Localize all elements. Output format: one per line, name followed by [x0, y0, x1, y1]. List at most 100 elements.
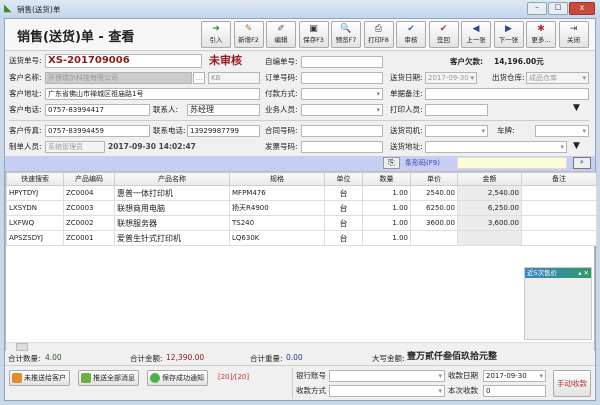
- plate-select[interactable]: [535, 125, 589, 137]
- this-receipt-field[interactable]: 0: [483, 385, 546, 397]
- minimize-button[interactable]: –: [527, 2, 547, 15]
- table-row[interactable]: LXSYDN ZC0003 联想商用电脑 扬天R4900 台 1.00 6250.00 6,2…: [6, 200, 597, 216]
- table-cell[interactable]: LXFWQ: [6, 215, 64, 231]
- table-cell[interactable]: 台: [324, 215, 363, 231]
- contact-field[interactable]: 苏经理: [187, 104, 260, 116]
- column-header[interactable]: 数量: [362, 172, 411, 186]
- pay-method-select[interactable]: [329, 385, 445, 397]
- customer-field[interactable]: 开博瑞尔科技有限公司: [45, 72, 192, 84]
- table-row[interactable]: LXFWQ ZC0002 联想服务器 TS240 台 1.00 3600.00 3,600.0…: [6, 215, 597, 231]
- table-cell[interactable]: 6,250.00: [457, 200, 522, 216]
- table-cell[interactable]: ZC0002: [63, 215, 115, 231]
- save-notify-button[interactable]: 保存成功通知: [147, 370, 208, 386]
- table-cell[interactable]: [457, 230, 522, 246]
- toolbar-button-10[interactable]: ✱ 更多...: [526, 21, 556, 48]
- column-header[interactable]: 产品名称: [114, 172, 230, 186]
- table-cell[interactable]: 1.00: [362, 185, 411, 201]
- customer-browse-button[interactable]: …: [193, 72, 205, 84]
- table-cell[interactable]: ZC0001: [63, 230, 115, 246]
- toolbar-button-5[interactable]: ⎙ 打印F8: [363, 21, 394, 48]
- order-ref-field[interactable]: [301, 72, 383, 84]
- order-no-field[interactable]: XS-201709006: [45, 54, 202, 68]
- payment-select[interactable]: [301, 88, 383, 100]
- receipt-date-picker[interactable]: 2017-09-30: [483, 370, 546, 382]
- table-cell[interactable]: TS240: [229, 215, 325, 231]
- table-cell[interactable]: 联想服务器: [114, 215, 230, 231]
- table-row[interactable]: HPYTDYJ ZC0004 惠普一体打印机 MFPM476 台 1.00 2540.00 2…: [6, 185, 597, 201]
- table-cell[interactable]: 2,540.00: [457, 185, 522, 201]
- table-cell[interactable]: 1.00: [362, 200, 411, 216]
- push-all-button[interactable]: 推送全部消息: [78, 370, 139, 386]
- table-cell[interactable]: ZC0004: [63, 185, 115, 201]
- barcode-input[interactable]: [457, 157, 567, 169]
- expand-down-icon-2[interactable]: ▼: [573, 141, 580, 151]
- table-cell[interactable]: [521, 185, 597, 201]
- close-window-button[interactable]: x: [569, 2, 595, 15]
- table-cell[interactable]: 扬天R4900: [229, 200, 325, 216]
- column-header[interactable]: 快速搜索: [6, 172, 64, 186]
- unsent-customer-button[interactable]: 未推送给客户: [9, 370, 70, 386]
- manual-receipt-button[interactable]: 手动收款: [553, 370, 591, 397]
- table-cell[interactable]: [410, 230, 458, 246]
- table-cell[interactable]: 台: [324, 200, 363, 216]
- table-cell[interactable]: 联想商用电脑: [114, 200, 230, 216]
- copy-icon[interactable]: ⎘: [383, 157, 400, 169]
- table-cell[interactable]: 2540.00: [410, 185, 458, 201]
- ship-address-select[interactable]: [425, 141, 567, 153]
- contract-field[interactable]: [301, 125, 383, 137]
- table-cell[interactable]: 1.00: [362, 215, 411, 231]
- custom-no-field[interactable]: [301, 56, 383, 68]
- table-cell[interactable]: 台: [324, 185, 363, 201]
- toolbar-button-8[interactable]: ◀ 上一张: [461, 21, 491, 48]
- table-cell[interactable]: 台: [324, 230, 363, 246]
- maximize-button[interactable]: □: [548, 2, 568, 15]
- panel-close-icon[interactable]: ▴ ✕: [578, 268, 589, 278]
- table-cell[interactable]: 3600.00: [410, 215, 458, 231]
- table-cell[interactable]: ZC0003: [63, 200, 115, 216]
- table-cell[interactable]: 惠普一体打印机: [114, 185, 230, 201]
- table-cell[interactable]: [521, 230, 597, 246]
- table-cell[interactable]: HPYTDYJ: [6, 185, 64, 201]
- toolbar-button-4[interactable]: 🔍 预览F7: [331, 21, 361, 48]
- invoice-field[interactable]: [301, 141, 383, 153]
- table-cell[interactable]: LXSYDN: [6, 200, 64, 216]
- column-header[interactable]: 规格: [229, 172, 325, 186]
- column-header[interactable]: 金额: [457, 172, 522, 186]
- remark-field[interactable]: [425, 88, 589, 100]
- phone-field[interactable]: 0757-83994417: [45, 104, 150, 116]
- horizontal-scrollbar[interactable]: [6, 342, 594, 351]
- column-header[interactable]: 备注: [521, 172, 597, 186]
- table-cell[interactable]: LQ630K: [229, 230, 325, 246]
- fax-field[interactable]: 0757-83994459: [45, 125, 150, 137]
- table-cell[interactable]: [521, 200, 597, 216]
- warehouse-select[interactable]: 成品仓库: [526, 72, 589, 84]
- table-cell[interactable]: 爱普生针式打印机: [114, 230, 230, 246]
- toolbar-button-2[interactable]: ✐ 编辑: [266, 21, 296, 48]
- table-cell[interactable]: APSZSDYJ: [6, 230, 64, 246]
- printer-field[interactable]: [425, 104, 488, 116]
- delivery-date-picker[interactable]: 2017-09-30: [425, 72, 477, 84]
- column-header[interactable]: 产品编码: [63, 172, 115, 186]
- table-cell[interactable]: [521, 215, 597, 231]
- driver-select[interactable]: [425, 125, 488, 137]
- toolbar-button-0[interactable]: ➜ 引入: [201, 21, 231, 48]
- expand-down-icon[interactable]: ▼: [573, 103, 580, 113]
- salesman-select[interactable]: [301, 104, 383, 116]
- toolbar-button-11[interactable]: ⇥ 关闭: [558, 21, 589, 48]
- search-icon[interactable]: ⌕: [573, 157, 591, 169]
- toolbar-button-7[interactable]: ✔ 签回: [428, 21, 459, 48]
- column-header[interactable]: 单位: [324, 172, 363, 186]
- scroll-thumb[interactable]: [16, 343, 28, 351]
- bank-select[interactable]: [329, 370, 445, 382]
- toolbar-button-3[interactable]: ▣ 保存F3: [298, 21, 329, 48]
- table-cell[interactable]: 6250.00: [410, 200, 458, 216]
- toolbar-button-9[interactable]: ▶ 下一张: [493, 21, 524, 48]
- table-cell[interactable]: 3,600.00: [457, 215, 522, 231]
- contact-phone-field[interactable]: 13929987799: [187, 125, 260, 137]
- address-field[interactable]: 广东省佛山市禅城区祖庙路1号: [45, 88, 260, 100]
- table-cell[interactable]: 1.00: [362, 230, 411, 246]
- table-cell[interactable]: MFPM476: [229, 185, 325, 201]
- toolbar-button-1[interactable]: ✎ 新增F2: [233, 21, 264, 48]
- toolbar-button-6[interactable]: ✔ 审核: [396, 21, 426, 48]
- table-row[interactable]: APSZSDYJ ZC0001 爱普生针式打印机 LQ630K 台 1.00: [6, 230, 597, 246]
